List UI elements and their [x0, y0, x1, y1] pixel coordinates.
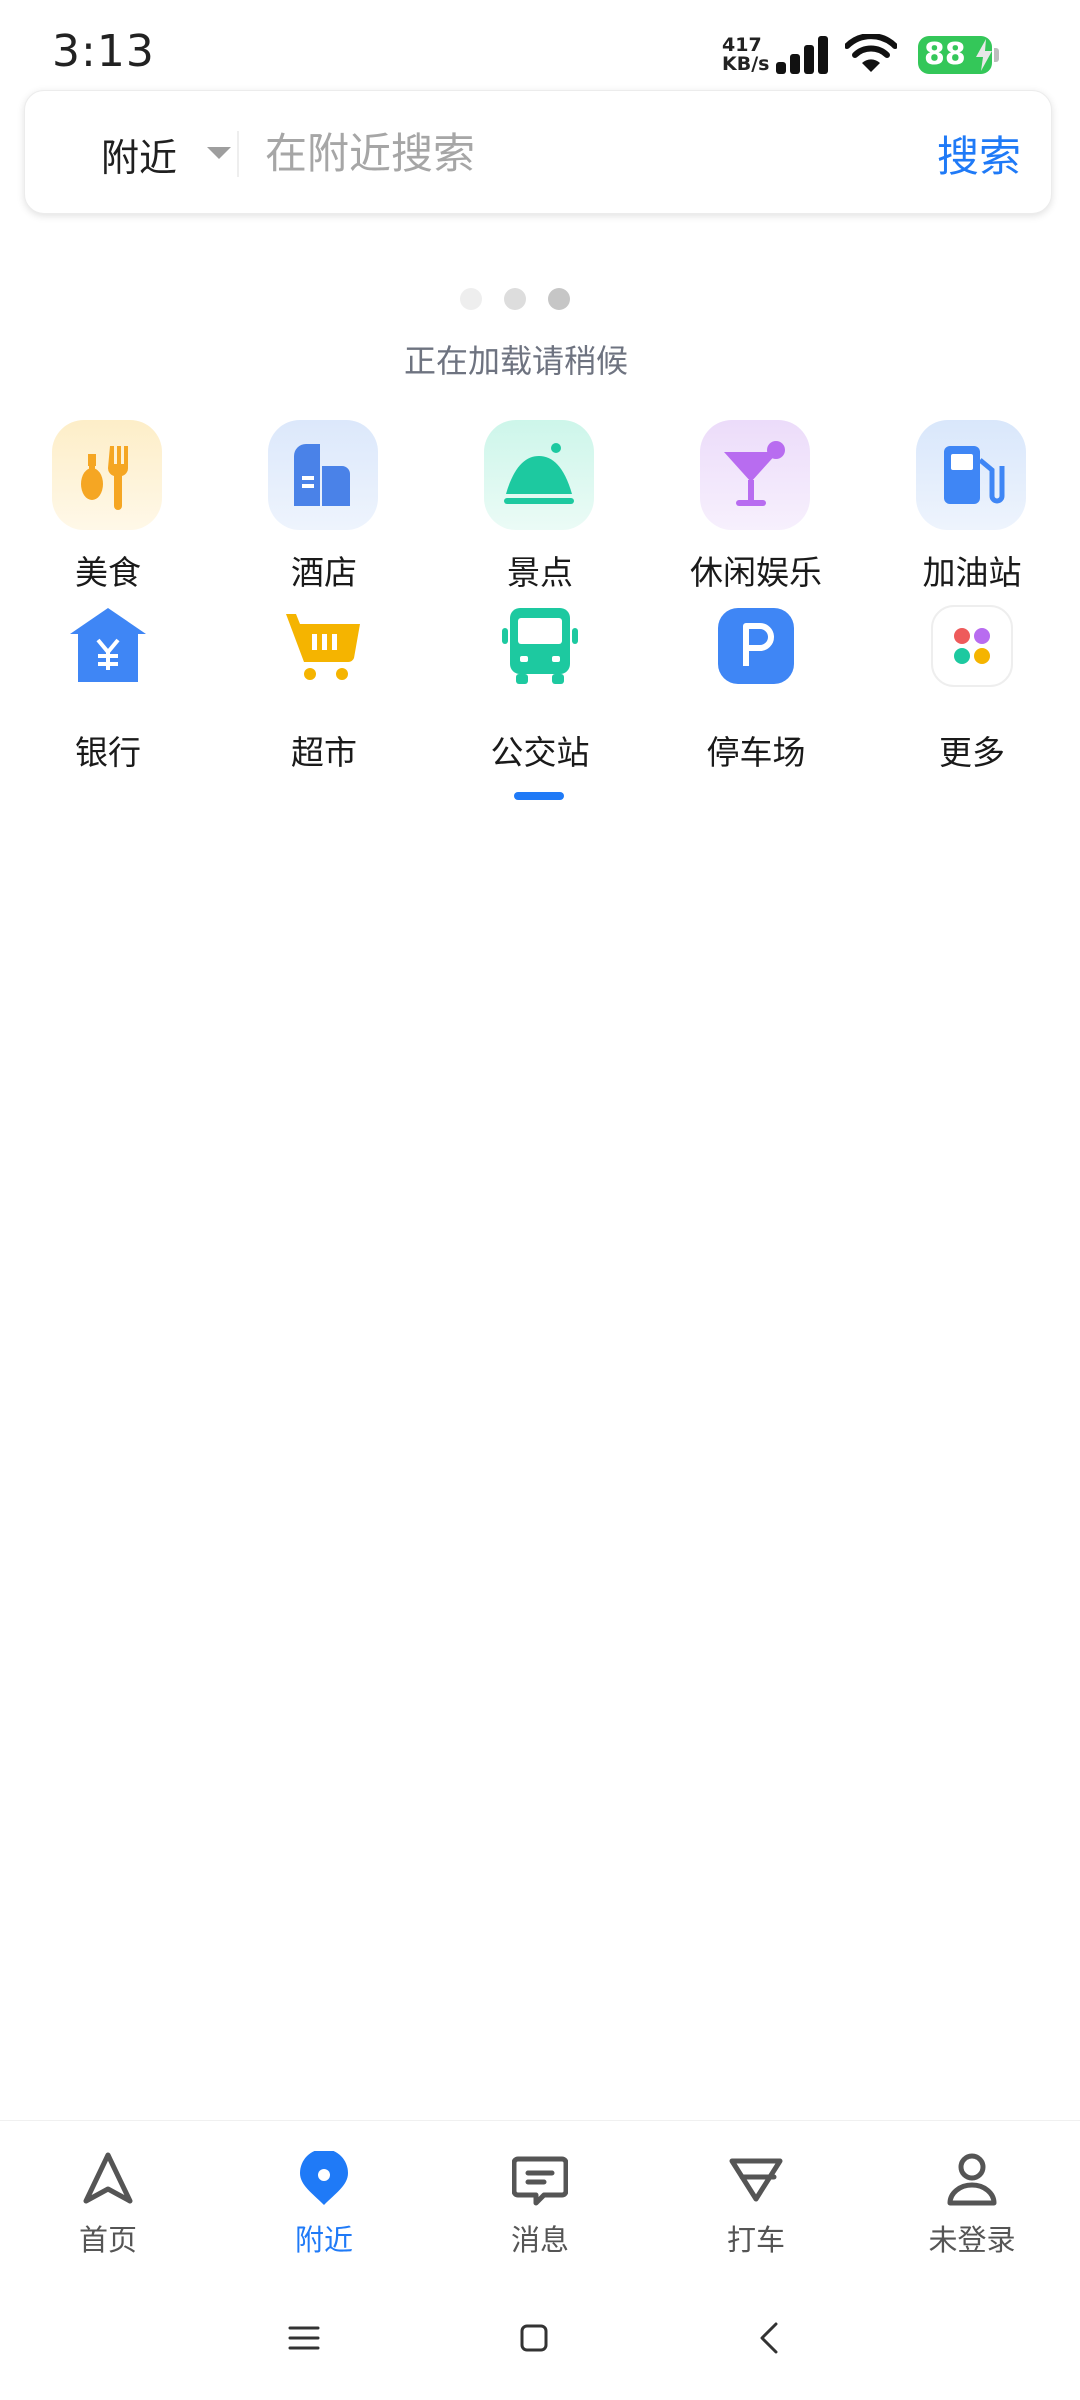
nav-label: 打车 [726, 2223, 785, 2257]
signal-icon [776, 36, 828, 74]
user-icon [947, 2153, 997, 2206]
fork-spoon-icon [52, 420, 162, 530]
battery-level: 88 [924, 37, 966, 72]
nav-item-nearby[interactable]: 附近 [216, 2121, 432, 2271]
loading-dot [460, 288, 482, 310]
parking-icon [718, 608, 794, 684]
loading-dot [504, 288, 526, 310]
nav-label: 附近 [294, 2223, 353, 2257]
bank-yuan-icon [70, 608, 146, 682]
nav-item-taxi[interactable]: 打车 [648, 2121, 864, 2271]
menu-icon[interactable] [284, 2318, 324, 2358]
divider [237, 131, 239, 177]
loading-dots [460, 288, 580, 312]
mountain-icon [484, 420, 594, 530]
home-icon[interactable] [514, 2318, 554, 2358]
battery-indicator: 88 [918, 36, 1000, 74]
search-bar: 附近 搜索 [24, 90, 1052, 214]
shopping-cart-icon [286, 614, 360, 680]
category-gas-station[interactable]: 加油站 [864, 420, 1080, 592]
category-more[interactable]: 更多 [864, 600, 1080, 772]
back-icon[interactable] [750, 2318, 790, 2358]
status-bar: 3:13 417 KB/s 88 [0, 0, 1080, 88]
nav-item-profile[interactable]: 未登录 [864, 2121, 1080, 2271]
category-label: 停车场 [706, 733, 806, 772]
category-label: 酒店 [291, 553, 357, 592]
more-dots-icon [931, 605, 1013, 687]
loading-dot [548, 288, 570, 310]
category-bus-stop[interactable]: 公交站 [432, 600, 648, 772]
nav-label: 未登录 [928, 2223, 1016, 2257]
category-parking[interactable]: 停车场 [648, 600, 864, 772]
bus-icon [502, 608, 578, 684]
wifi-icon [845, 34, 897, 72]
message-icon [512, 2156, 568, 2206]
category-attraction[interactable]: 景点 [432, 420, 648, 592]
taxi-icon [729, 2158, 783, 2202]
page-indicator [514, 792, 564, 800]
status-time: 3:13 [52, 26, 155, 77]
category-label: 加油站 [922, 553, 1022, 592]
category-bank[interactable]: 银行 [0, 600, 216, 772]
search-button[interactable]: 搜索 [937, 123, 1021, 184]
nav-item-home[interactable]: 首页 [0, 2121, 216, 2271]
navigation-arrow-icon [83, 2152, 133, 2204]
cocktail-icon [700, 420, 810, 530]
search-input[interactable] [265, 121, 905, 185]
search-scope-dropdown[interactable]: 附近 [101, 127, 177, 182]
chevron-down-icon[interactable] [207, 147, 231, 159]
category-label: 银行 [75, 733, 141, 772]
nav-item-messages[interactable]: 消息 [432, 2121, 648, 2271]
network-speed: 417 KB/s [722, 36, 778, 74]
category-label: 休闲娱乐 [690, 553, 822, 592]
category-food[interactable]: 美食 [0, 420, 216, 592]
category-label: 景点 [507, 553, 573, 592]
category-entertainment[interactable]: 休闲娱乐 [648, 420, 864, 592]
charging-bolt-icon [976, 39, 992, 71]
category-label: 公交站 [490, 733, 590, 772]
nav-label: 首页 [78, 2223, 137, 2257]
system-nav-bar [0, 2270, 1080, 2400]
category-hotel[interactable]: 酒店 [216, 420, 432, 592]
category-supermarket[interactable]: 超市 [216, 600, 432, 772]
network-speed-unit: KB/s [722, 53, 770, 75]
category-label: 美食 [75, 553, 141, 592]
hotel-building-icon [268, 420, 378, 530]
category-label: 超市 [291, 733, 357, 772]
gas-pump-icon [916, 420, 1026, 530]
loading-text: 正在加载请稍候 [403, 342, 628, 380]
location-pin-icon [300, 2151, 348, 2205]
category-label: 更多 [939, 733, 1005, 772]
nav-label: 消息 [510, 2223, 569, 2257]
bottom-nav: 首页 附近 消息 打车 未登录 [0, 2120, 1080, 2270]
